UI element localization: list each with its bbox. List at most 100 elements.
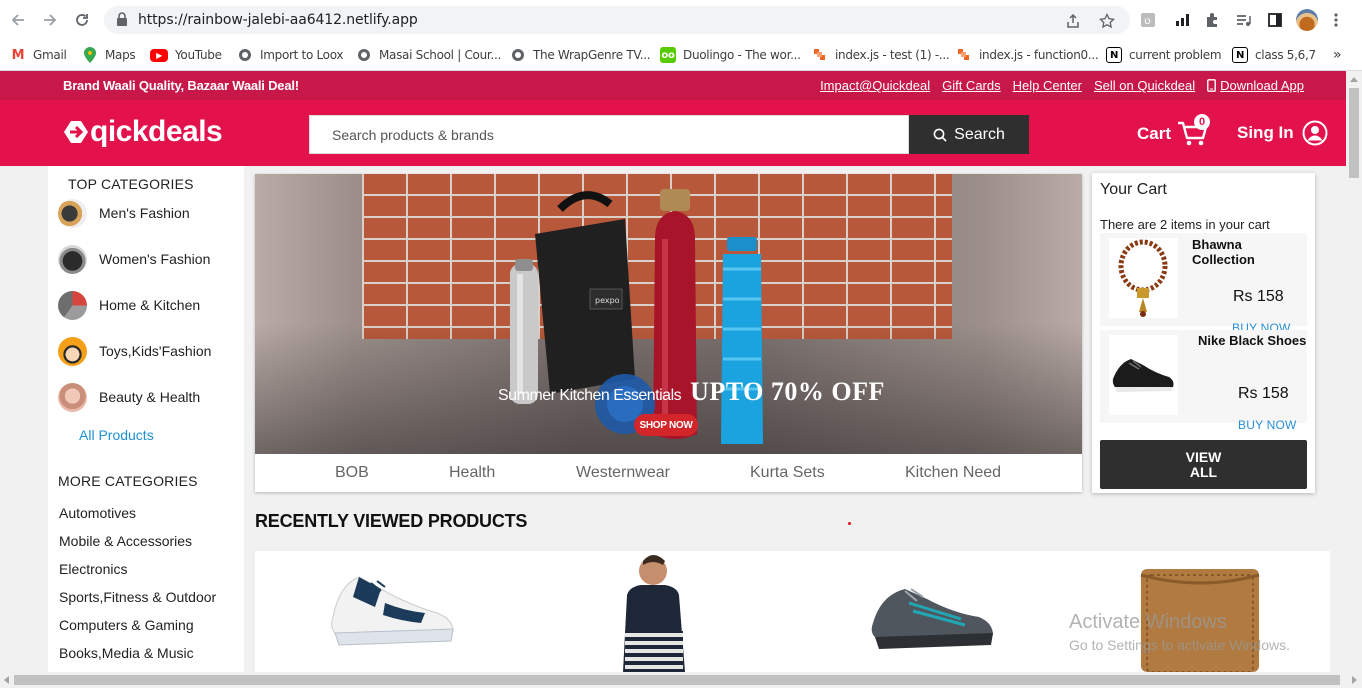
forward-button[interactable] [38,8,62,32]
watermark-title: Activate Windows [1069,611,1227,633]
top-links: Impact@Quickdeal Gift Cards Help Center … [820,78,1304,93]
search-input[interactable] [310,116,908,153]
bookmark-duolingo[interactable]: oo Duolingo - The wor... [660,44,801,66]
cart-count-badge: 0 [1194,114,1210,130]
notion-icon: N [1106,47,1122,63]
decorative-dot [848,522,851,525]
hero-banner-card: pexpo Summer Kitchen Essentials UPTO 70%… [255,174,1082,492]
side-panel-icon[interactable] [1265,10,1285,30]
gift-cards-link[interactable]: Gift Cards [942,78,1001,93]
download-app-link[interactable]: Download App [1207,78,1304,93]
tab-kurta-sets[interactable]: Kurta Sets [750,464,825,482]
help-center-link[interactable]: Help Center [1013,78,1082,93]
url-text[interactable]: https://rainbow-jalebi-aa6412.netlify.ap… [138,12,418,28]
scroll-up-icon[interactable] [1350,77,1358,82]
cart-item-name: Nike Black Shoes [1198,333,1307,348]
promo-strip: Brand Waali Quality, Bazaar Waali Deal! … [0,71,1346,100]
all-products-link[interactable]: All Products [79,427,154,443]
category-label: Home & Kitchen [99,297,201,313]
impact-link[interactable]: Impact@Quickdeal [820,78,930,93]
cart-item[interactable]: Bhawna Collection Rs 158 BUY NOW [1100,233,1307,335]
cart-panel: Your Cart There are 2 items in your cart… [1092,173,1315,493]
category-womens-fashion[interactable]: Women's Fashion [58,244,210,274]
site-header: qickdeals Search Cart 0 Sing In [0,100,1346,166]
sell-link[interactable]: Sell on Quickdeal [1094,78,1195,93]
reload-button[interactable] [70,8,94,32]
bookmark-current-problem[interactable]: Ncurrent problem [1106,44,1222,66]
address-bar[interactable]: https://rainbow-jalebi-aa6412.netlify.ap… [104,6,1130,34]
category-sidebar: TOP CATEGORIES Men's Fashion Women's Fas… [48,166,244,672]
bookmark-index-test[interactable]: index.js - test (1) -... [812,44,950,66]
tab-kitchen-need[interactable]: Kitchen Need [905,464,1001,482]
bookmark-class-567[interactable]: Nclass 5,6,7 [1232,44,1316,66]
tab-bob[interactable]: BOB [335,464,369,482]
category-label: Women's Fashion [99,251,211,267]
scroll-left-icon[interactable] [4,676,9,684]
category-toys-kids[interactable]: Toys,Kids'Fashion [58,336,211,366]
category-home-kitchen[interactable]: Home & Kitchen [58,290,200,320]
product-card-tshirt[interactable] [615,551,765,672]
bookmark-wrapgenre[interactable]: The WrapGenre TV... [510,44,651,66]
toys-kids-thumbnail [58,336,87,366]
arrow-left-icon [11,14,24,26]
lock-icon [116,12,128,31]
cart-panel-title: Your Cart [1100,181,1167,198]
category-books-media[interactable]: Books,Media & Music [59,645,194,661]
more-bookmarks-button[interactable]: » [1333,44,1342,66]
cart-item[interactable]: Nike Black Shoes Rs 158 BUY NOW [1100,330,1307,432]
share-icon[interactable] [1064,12,1082,30]
category-beauty-health[interactable]: Beauty & Health [58,382,200,412]
view-all-label: VIEW ALL [1185,449,1222,480]
vertical-scroll-thumb[interactable] [1349,88,1359,178]
logo-text: qickdeals [90,115,223,148]
product-card-sneaker[interactable] [325,551,475,672]
category-label: Beauty & Health [99,389,201,405]
view-all-button[interactable]: VIEW ALL [1100,440,1307,489]
more-menu-icon[interactable] [1326,10,1346,30]
category-sports-fitness[interactable]: Sports,Fitness & Outdoor [59,589,216,605]
back-button[interactable] [6,8,30,32]
scroll-right-icon[interactable] [1352,676,1357,684]
svg-text:pexpo: pexpo [595,296,620,305]
horizontal-scrollbar[interactable] [0,672,1362,688]
bookmark-youtube[interactable]: ▶ YouTube [150,44,222,66]
cart-item-price: Rs 158 [1238,385,1289,402]
more-categories-heading: MORE CATEGORIES [58,473,198,489]
bookmark-star-icon[interactable] [1098,12,1116,30]
media-queue-icon[interactable] [1233,10,1253,30]
signin-button[interactable]: Sing In [1237,120,1328,146]
mobile-icon [1207,79,1217,92]
bookmark-masai-school[interactable]: Masai School | Cour... [356,44,501,66]
bookmark-gmail[interactable]: M Gmail [10,44,67,66]
site-logo[interactable]: qickdeals [62,115,223,149]
category-mens-fashion[interactable]: Men's Fashion [58,198,190,228]
hero-banner[interactable]: pexpo Summer Kitchen Essentials UPTO 70%… [255,174,1082,454]
search-field[interactable] [309,115,909,154]
category-mobile-accessories[interactable]: Mobile & Accessories [59,533,192,549]
puzzle-icon[interactable] [1202,10,1222,30]
search-button-label: Search [954,125,1005,143]
banner-category-tabs: BOB Health Westernwear Kurta Sets Kitche… [255,454,1082,492]
buy-now-link[interactable]: BUY NOW [1238,418,1297,432]
analytics-extension-icon[interactable] [1172,10,1192,30]
profile-avatar[interactable] [1296,9,1318,31]
tab-health[interactable]: Health [449,464,495,482]
extension-icon[interactable]: ט [1138,10,1158,30]
category-automotives[interactable]: Automotives [59,505,136,521]
horizontal-scroll-thumb[interactable] [14,675,1340,685]
tab-westernwear[interactable]: Westernwear [576,464,670,482]
download-app-label: Download App [1220,78,1304,93]
bookmark-maps[interactable]: Maps [82,44,136,66]
womens-fashion-thumbnail [58,244,87,274]
vertical-scrollbar[interactable] [1346,71,1362,672]
category-computers-gaming[interactable]: Computers & Gaming [59,617,194,633]
shop-now-button[interactable]: SHOP NOW [634,414,698,436]
cart-item-image [1109,238,1178,318]
product-card-sports-shoe[interactable] [865,551,1015,672]
bookmark-import-loox[interactable]: Import to Loox [237,44,344,66]
bookmark-index-function[interactable]: index.js - function0... [956,44,1099,66]
category-electronics[interactable]: Electronics [59,561,127,577]
search-button[interactable]: Search [909,115,1029,154]
globe-icon [356,47,372,63]
white-navy-sneaker-image [331,576,454,646]
